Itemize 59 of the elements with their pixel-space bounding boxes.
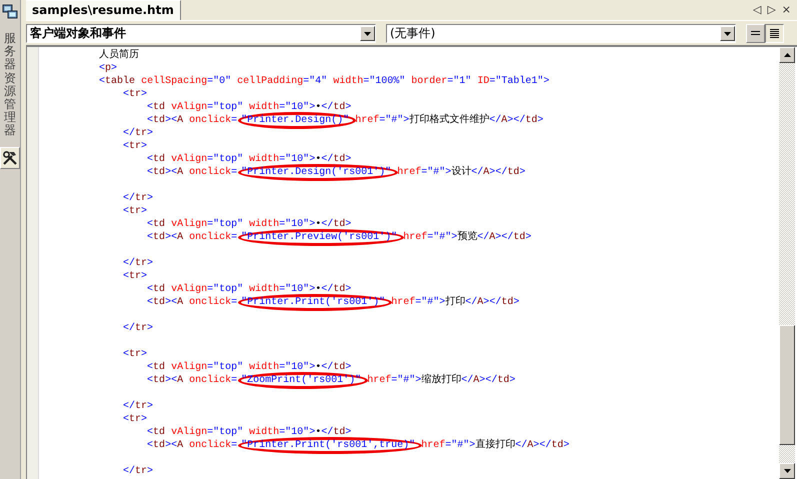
vertical-scrollbar[interactable] — [779, 47, 795, 479]
code-line: <tr> — [122, 349, 148, 360]
dropdown-arrow-icon — [364, 32, 371, 36]
align-lines-icon — [769, 28, 780, 39]
circled-code: "ZoomPrint('rs001')" — [238, 372, 368, 389]
code-line: <td><A onclick= — [146, 115, 238, 126]
code-line: </tr> — [122, 323, 154, 334]
tab-control-button[interactable]: × — [782, 3, 791, 16]
tab-control-button[interactable]: ◁ — [752, 3, 762, 16]
code-line: <td><A onclick= — [146, 167, 238, 178]
code-line: <td vAlign="top" width="10">•</td> — [146, 362, 352, 373]
code-line: <tr> — [122, 141, 148, 152]
document-tab[interactable]: samples\resume.htm — [26, 0, 181, 20]
code-line: <p> — [98, 63, 118, 74]
align-lines-icon — [750, 29, 761, 38]
object-dropdown[interactable]: 客户端对象和事件 — [26, 24, 376, 43]
code-line: <tr> — [122, 414, 148, 425]
code-line: <td vAlign="top" width="10">•</td> — [146, 219, 352, 230]
hammer-wrench-icon — [2, 150, 18, 166]
code-line: href="#">直接打印</A></td> — [420, 440, 570, 451]
down-arrow-icon — [784, 469, 790, 473]
view-button[interactable] — [765, 24, 784, 43]
code-line: </tr> — [122, 466, 154, 477]
event-dropdown[interactable]: (无事件) — [386, 24, 736, 43]
code-line: href="#">缩放打印</A></td> — [366, 375, 516, 386]
code-line: <tr> — [122, 206, 148, 217]
scroll-up-button[interactable] — [779, 47, 795, 63]
circled-code: "Printer.Design('rs001')" — [238, 164, 398, 181]
circled-code: "Printer.Print('rs001')" — [238, 294, 392, 311]
code-line: <td vAlign="top" width="10">•</td> — [146, 284, 352, 295]
code-line: href="#">设计</A></td> — [396, 167, 526, 178]
code-line: <td><A onclick= — [146, 297, 238, 308]
circled-code: "Printer.Design()" — [238, 112, 356, 129]
code-line: <tr> — [122, 89, 148, 100]
toolbox-tab[interactable] — [0, 146, 20, 168]
code-line: <td><A onclick= — [146, 440, 238, 451]
code-line: <table cellSpacing="0" cellPadding="4" width="100%" border="1" ID="Table1"> — [98, 76, 550, 87]
dropdown-arrow-icon — [724, 32, 731, 36]
computer-icon — [2, 4, 18, 20]
code-line: 人员简历 — [98, 50, 140, 61]
code-line: <tr> — [122, 271, 148, 282]
code-line: </tr> — [122, 401, 154, 412]
code-line: </tr> — [122, 193, 154, 204]
code-line: <td><A onclick= — [146, 375, 238, 386]
scroll-down-button[interactable] — [779, 463, 795, 479]
scrollbar-thumb[interactable] — [779, 325, 795, 445]
code-line: <td vAlign="top" width="10">•</td> — [146, 427, 352, 438]
up-arrow-icon — [784, 53, 790, 57]
code-line: <td vAlign="top" width="10">•</td> — [146, 154, 352, 165]
circled-code: "Printer.Print('rs001',true)" — [238, 437, 422, 454]
circled-code: "Printer.Preview('rs001')" — [238, 229, 404, 246]
code-line: href="#">预览</A></td> — [402, 232, 532, 243]
tab-control-button[interactable]: ▷ — [767, 3, 776, 16]
code-line: href="#">打印</A></td> — [390, 297, 520, 308]
code-line: <td vAlign="top" width="10">•</td> — [146, 102, 352, 113]
code-line: </tr> — [122, 258, 154, 269]
code-line: </tr> — [122, 128, 154, 139]
code-line: href="#">打印格式文件维护</A></td> — [354, 115, 544, 126]
code-line: <td><A onclick= — [146, 232, 238, 243]
